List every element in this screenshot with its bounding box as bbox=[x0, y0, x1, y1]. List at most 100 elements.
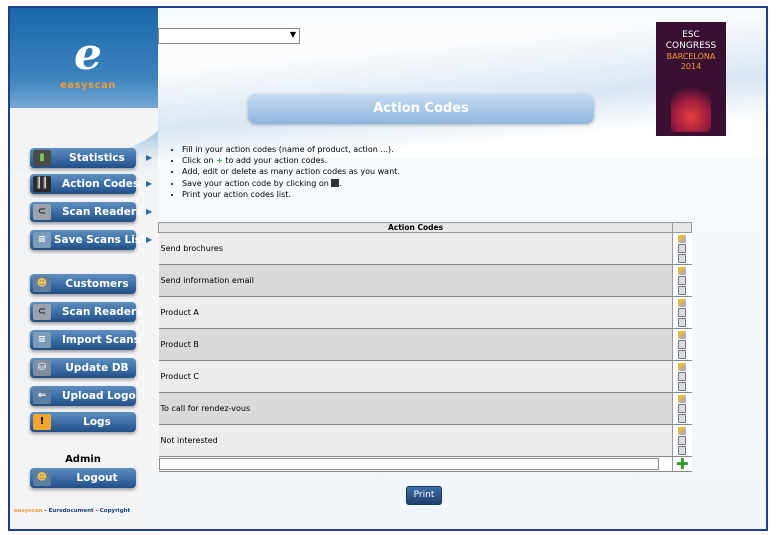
barcode-icon: ║║ bbox=[33, 176, 51, 192]
table-row: Send brochures bbox=[158, 232, 692, 265]
arrow-right-icon: ▶ bbox=[146, 207, 153, 216]
nav-upload-logo-button[interactable]: ⇐ Upload Logo bbox=[30, 386, 136, 406]
nav-import-scans-button[interactable]: ≡ Import Scans bbox=[30, 330, 140, 350]
delete-icon[interactable] bbox=[678, 445, 687, 455]
table-row: Send information email bbox=[158, 264, 692, 297]
edit-icon[interactable] bbox=[678, 266, 687, 275]
logout-label: Logout bbox=[76, 472, 118, 484]
new-code-cell bbox=[158, 456, 673, 472]
instruction-text: Save your action code by clicking on bbox=[182, 178, 332, 188]
delete-icon[interactable] bbox=[678, 435, 687, 445]
row-actions bbox=[672, 296, 692, 329]
instruction-text: Click on bbox=[182, 156, 217, 166]
new-action-code-input[interactable] bbox=[158, 457, 659, 470]
easyscan-logo: e easyscan bbox=[48, 30, 128, 100]
nav-logs-label: Logs bbox=[83, 416, 111, 428]
delete-icon[interactable] bbox=[678, 253, 687, 263]
arrow-right-icon: ▶ bbox=[146, 179, 153, 188]
instruction-item: Save your action code by clicking on . bbox=[182, 178, 400, 189]
import-icon: ≡ bbox=[33, 332, 51, 348]
footer-brand: easyscan bbox=[14, 508, 43, 514]
customers-icon: ☻ bbox=[33, 276, 51, 292]
edit-icon[interactable] bbox=[678, 394, 687, 403]
event-badge: ESC CONGRESS BARCELONA 2014 bbox=[656, 22, 726, 136]
table-cell: Product B bbox=[158, 328, 673, 361]
instructions-list: Fill in your action codes (name of produ… bbox=[170, 144, 400, 200]
new-row: ✚ bbox=[158, 455, 692, 473]
page-title: Action Codes bbox=[248, 94, 594, 124]
delete-icon[interactable] bbox=[678, 307, 687, 317]
row-actions bbox=[672, 424, 692, 457]
delete-icon[interactable] bbox=[678, 381, 687, 391]
user-icon: ☻ bbox=[33, 470, 51, 486]
table-header-actions bbox=[672, 222, 692, 233]
delete-icon[interactable] bbox=[678, 243, 687, 253]
event-badge-line2: CONGRESS bbox=[665, 41, 717, 51]
edit-icon[interactable] bbox=[678, 426, 687, 435]
nav-scan-readers-admin-button[interactable]: ⊂ Scan Readers bbox=[30, 302, 143, 322]
row-actions bbox=[672, 328, 692, 361]
instruction-item: Fill in your action codes (name of produ… bbox=[182, 144, 400, 155]
nav-update-db-button[interactable]: ⛁ Update DB bbox=[30, 358, 136, 378]
scanner-icon: ⊂ bbox=[33, 204, 51, 220]
table-row: Not interested bbox=[158, 424, 692, 457]
logo-letter: e bbox=[74, 29, 102, 80]
plus-icon: + bbox=[216, 156, 223, 166]
row-actions bbox=[672, 232, 692, 265]
nav-upload-logo-label: Upload Logo bbox=[62, 390, 136, 402]
table-row: To call for rendez-vous bbox=[158, 392, 692, 425]
footer-text: - Eurodocument - Copyright bbox=[42, 508, 131, 514]
table-row: Product A bbox=[158, 296, 692, 329]
row-actions bbox=[672, 360, 692, 393]
user-name: Admin bbox=[65, 454, 101, 465]
scanner-icon: ⊂ bbox=[33, 304, 51, 320]
nav-action-codes-label: Action Codes bbox=[62, 178, 140, 190]
logo-text: easyscan bbox=[60, 80, 116, 91]
app-frame: e easyscan ▼ ESC CONGRESS BARCELONA 2014… bbox=[8, 6, 768, 531]
delete-icon[interactable] bbox=[678, 403, 687, 413]
add-plus-icon[interactable]: ✚ bbox=[676, 455, 689, 473]
delete-icon[interactable] bbox=[678, 285, 687, 295]
nav-statistics-label: Statistics bbox=[69, 152, 125, 164]
logout-button[interactable]: ☻ Logout bbox=[30, 468, 136, 488]
delete-icon[interactable] bbox=[678, 413, 687, 423]
save-list-icon: ≡ bbox=[33, 232, 51, 248]
nav-statistics-button[interactable]: ▮ Statistics bbox=[30, 148, 136, 168]
row-actions bbox=[672, 264, 692, 297]
top-select[interactable]: ▼ bbox=[158, 28, 300, 44]
instruction-item: Click on + to add your action codes. bbox=[182, 155, 400, 166]
arrow-right-icon: ▶ bbox=[146, 153, 153, 162]
instruction-text: . bbox=[339, 178, 342, 188]
nav-update-db-label: Update DB bbox=[65, 362, 129, 374]
upload-icon: ⇐ bbox=[33, 388, 51, 404]
table-cell: Product C bbox=[158, 360, 673, 393]
database-icon: ⛁ bbox=[33, 360, 51, 376]
instruction-text: to add your action codes. bbox=[222, 156, 328, 166]
delete-icon[interactable] bbox=[678, 275, 687, 285]
footer: easyscan - Eurodocument - Copyright bbox=[14, 508, 130, 514]
delete-icon[interactable] bbox=[678, 349, 687, 359]
delete-icon[interactable] bbox=[678, 317, 687, 327]
add-cell: ✚ bbox=[672, 455, 692, 473]
event-badge-line4: 2014 bbox=[680, 62, 702, 71]
nav-scan-readers-button[interactable]: ⊂ Scan Readers bbox=[30, 202, 143, 222]
nav-logs-button[interactable]: ! Logs bbox=[30, 412, 136, 432]
table-row: Product B bbox=[158, 328, 692, 361]
nav-customers-label: Customers bbox=[65, 278, 129, 290]
action-codes-table: Action Codes Send brochures Send informa… bbox=[158, 222, 692, 472]
print-button[interactable]: Print bbox=[406, 486, 442, 505]
nav-save-scans-list-button[interactable]: ≡ Save Scans List bbox=[30, 230, 146, 250]
table-row: Product C bbox=[158, 360, 692, 393]
nav-customers-button[interactable]: ☻ Customers bbox=[30, 274, 136, 294]
table-header: Action Codes bbox=[158, 222, 673, 233]
edit-icon[interactable] bbox=[678, 362, 687, 371]
delete-icon[interactable] bbox=[678, 371, 687, 381]
nav-scan-readers-admin-label: Scan Readers bbox=[62, 306, 143, 318]
nav-scan-readers-label: Scan Readers bbox=[62, 206, 143, 218]
edit-icon[interactable] bbox=[678, 234, 687, 243]
nav-action-codes-button[interactable]: ║║ Action Codes bbox=[30, 174, 140, 194]
edit-icon[interactable] bbox=[678, 330, 687, 339]
edit-icon[interactable] bbox=[678, 298, 687, 307]
table-cell: Not interested bbox=[158, 424, 673, 457]
delete-icon[interactable] bbox=[678, 339, 687, 349]
